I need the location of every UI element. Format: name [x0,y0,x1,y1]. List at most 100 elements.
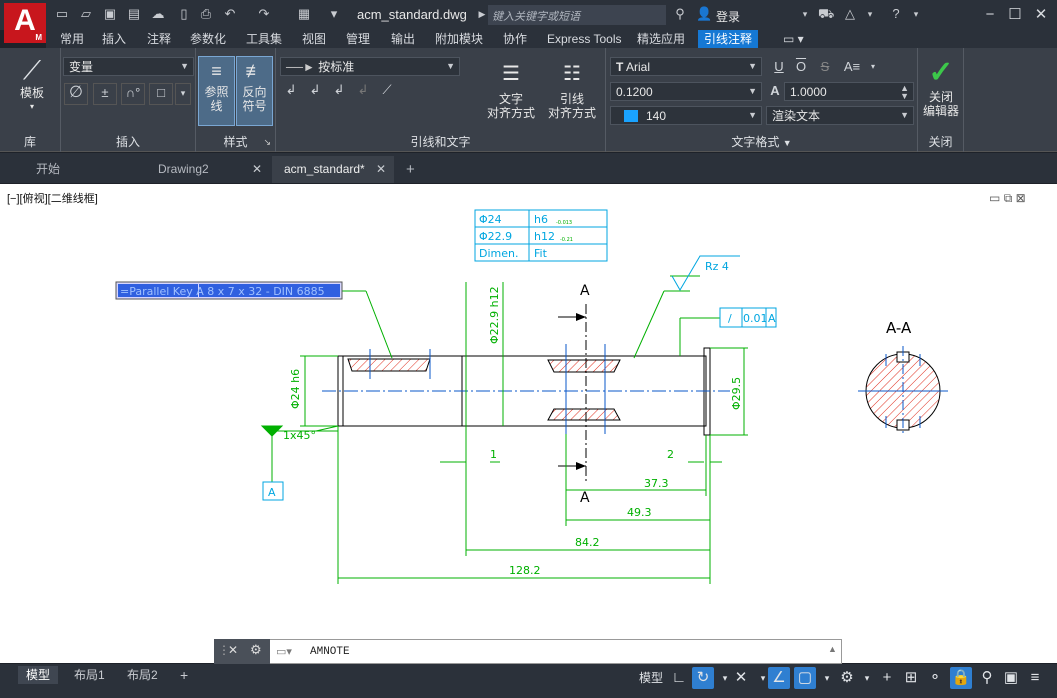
binoculars-icon[interactable]: ⚲ [672,6,688,22]
leader-style-icon[interactable]: ⟋ [378,81,396,99]
plus-minus-button[interactable]: ± [93,83,117,105]
leader-standard-dropdown[interactable]: ──► 按标准 ▼ [280,57,460,76]
a360-dropdown-icon[interactable]: ▾ [862,6,878,22]
lock-ui-icon[interactable]: 🔒 [950,667,972,689]
tab-addins[interactable]: 附加模块 [429,30,489,48]
wrench-icon[interactable]: ⚙ [250,642,262,658]
doc-tab-acm-standard[interactable]: acm_standard* ✕ [272,156,394,183]
workspace-icon[interactable]: ▦ [296,6,312,22]
strikethrough-button[interactable]: S [816,58,834,76]
width-factor-input[interactable]: 1.0000 ▲ ▼ [784,82,914,101]
tab-express-tools[interactable]: Express Tools [541,30,627,48]
arc-symbol-button[interactable]: ∩° [121,83,145,105]
command-history-icon[interactable]: ▭▾ [276,645,292,658]
tab-collaborate[interactable]: 协作 [497,30,533,48]
annotation-icon[interactable]: ⚬ [924,667,946,689]
model-space-button[interactable]: 模型 [636,667,666,689]
workspace-switch-icon[interactable]: ⊞ [900,667,922,689]
close-tab-icon[interactable]: ✕ [252,156,262,183]
tab-annotate[interactable]: 注释 [141,30,177,48]
tab-featured-apps[interactable]: 精选应用 [631,30,691,48]
add-vertex-icon[interactable]: ↲ [330,81,348,99]
add-layout-icon[interactable]: + [172,666,196,684]
tab-parametric[interactable]: 参数化 [184,30,232,48]
polar-icon[interactable]: ∠ [768,667,790,689]
crosshair-icon[interactable]: + [876,667,898,689]
case-button[interactable]: A≡ [838,58,866,76]
close-editor-button[interactable]: ✓ 关闭 编辑器 [920,56,962,118]
command-input[interactable]: AMNOTE [310,646,350,658]
template-button[interactable]: ⟋ 模板 ▾ [12,54,52,114]
save-icon[interactable]: ▣ [102,6,118,22]
font-dropdown[interactable]: T Arial ▼ [610,57,762,76]
spinner-icon[interactable]: ▲ ▼ [900,84,909,101]
layout-tab-layout1[interactable]: 布局1 [66,666,113,684]
remove-leader-icon[interactable]: ↲ [306,81,324,99]
cart-icon[interactable]: ⛟ [818,6,834,22]
minimize-icon[interactable]: − [980,5,1000,25]
render-mode-dropdown[interactable]: 渲染文本 ▼ [766,106,914,125]
layout-tab-model[interactable]: 模型 [18,666,59,684]
command-line[interactable] [214,639,842,664]
web-mobile-icon[interactable]: ▯ [176,6,192,22]
osnap-icon[interactable]: ▢ [794,667,816,689]
tab-manage[interactable]: 管理 [340,30,376,48]
grid-icon[interactable]: ∟ [668,667,690,689]
tab-toolsets[interactable]: 工具集 [240,30,288,48]
redo-icon[interactable]: ↷ [256,6,272,22]
tab-leader-annotation[interactable]: 引线注释 [698,30,759,48]
text-align-button[interactable]: ☰ 文字 对齐方式 [481,56,541,120]
text-color-dropdown[interactable]: 140 ▼ [610,106,762,125]
app-logo-button[interactable]: AM [4,3,46,43]
a360-icon[interactable]: △ [842,6,858,22]
ribbon-extra-icon[interactable]: ▭ ▾ [777,30,810,48]
symbol-dropdown-icon[interactable]: ▾ [175,83,191,105]
close-icon[interactable]: ✕ [1031,5,1051,25]
osnap-dropdown-icon[interactable]: ▾ [816,667,838,689]
settings-dropdown-icon[interactable]: ▾ [856,667,878,689]
underline-button[interactable]: U [770,58,788,76]
reference-line-button[interactable]: ≡ 参照 线 [198,56,235,126]
new-file-icon[interactable]: ▭ [54,6,70,22]
login-button[interactable]: 登录 [716,8,740,25]
case-dropdown-icon[interactable]: ▾ [864,58,882,76]
doc-tab-drawing2[interactable]: Drawing2 ✕ [146,156,270,183]
tab-output[interactable]: 输出 [385,30,421,48]
command-expand-icon[interactable]: ▲ [828,644,837,654]
open-folder-icon[interactable]: ▱ [78,6,94,22]
settings-gear-icon[interactable]: ⚙ [836,667,858,689]
variable-dropdown[interactable]: 变量 ▼ [63,57,194,76]
snap-icon[interactable]: ↻ [692,667,714,689]
new-tab-icon[interactable]: + [400,156,426,183]
search-input[interactable]: 键入关键字或短语 [488,5,666,25]
help-dropdown-icon[interactable]: ▾ [908,6,924,22]
undo-icon[interactable]: ↶ [222,6,238,22]
panel-launcher-icon[interactable]: ↘ [263,137,271,148]
overline-button[interactable]: O [792,58,810,76]
remove-vertex-icon[interactable]: ↲ [354,81,372,99]
rectangle-symbol-button[interactable]: □ [149,83,173,105]
qat-dropdown-icon[interactable]: ▾ [326,6,342,22]
print-icon[interactable]: ⎙ [198,6,214,22]
cloud-icon[interactable]: ☁ [150,6,166,22]
tab-insert[interactable]: 插入 [96,30,132,48]
close-tab-icon[interactable]: ✕ [376,156,386,183]
add-leader-icon[interactable]: ↲ [282,81,300,99]
leader-align-button[interactable]: ☷ 引线 对齐方式 [542,56,602,120]
login-dropdown-icon[interactable]: ▾ [797,6,813,22]
isolate-icon[interactable]: ⚲ [976,667,998,689]
diameter-symbol-button[interactable]: ∅ [64,83,88,105]
close-command-icon[interactable]: ✕ [228,643,238,657]
tab-view[interactable]: 视图 [296,30,332,48]
help-icon[interactable]: ? [888,6,904,22]
doc-tab-start[interactable]: 开始 [24,156,144,183]
save-as-icon[interactable]: ▤ [126,6,142,22]
key-note-text[interactable]: =Parallel Key A 8 x 7 x 32 - DIN 6885 [120,285,325,298]
layout-tab-layout2[interactable]: 布局2 [119,666,166,684]
panel-title-text-format[interactable]: 文字格式 ▼ [606,133,917,150]
maximize-icon[interactable]: ☐ [1005,5,1025,25]
hardware-accel-icon[interactable]: ▣ [1000,667,1022,689]
text-height-dropdown[interactable]: 0.1200 ▼ [610,82,762,101]
ortho-icon[interactable]: ✕ [730,667,752,689]
customize-icon[interactable]: ≡ [1024,667,1046,689]
